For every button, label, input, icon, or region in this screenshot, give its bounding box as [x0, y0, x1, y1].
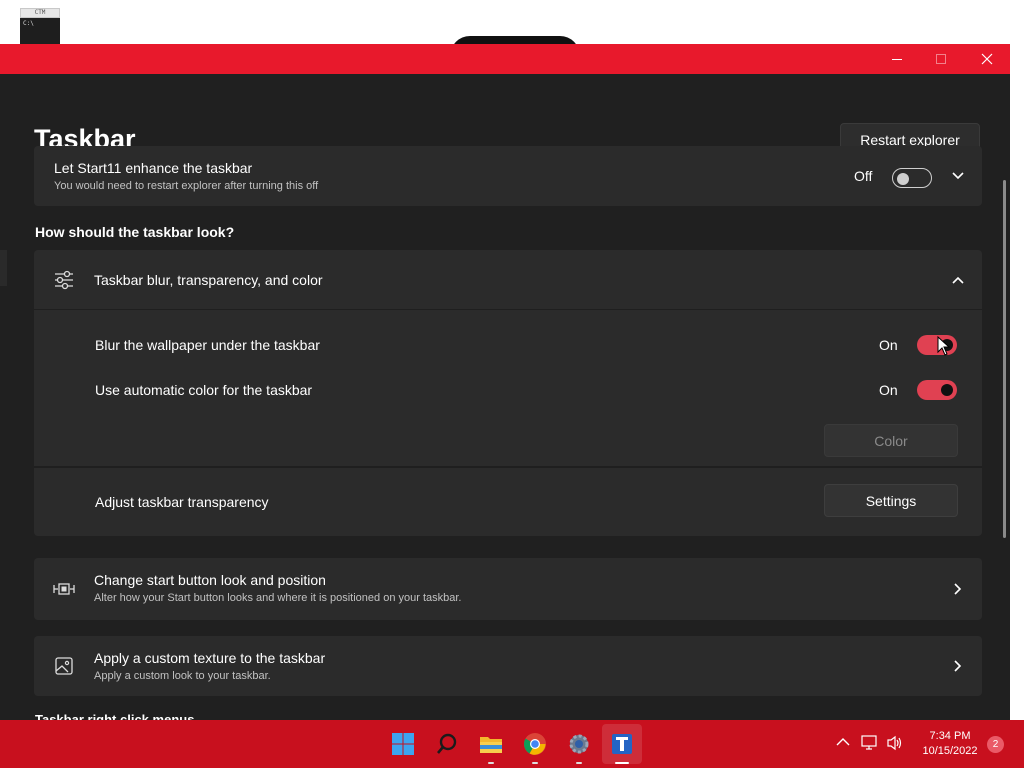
- texture-card-title: Apply a custom texture to the taskbar: [94, 650, 326, 666]
- clock-date: 10/15/2022: [922, 745, 978, 757]
- start-button-card-title: Change start button look and position: [94, 572, 326, 588]
- running-indicator: [488, 762, 494, 764]
- settings-content: Taskbar Restart explorer Let Start11 enh…: [0, 74, 1010, 720]
- texture-card-subtitle: Apply a custom look to your taskbar.: [94, 670, 271, 682]
- enhance-title: Let Start11 enhance the taskbar: [54, 160, 253, 176]
- start-button-card-subtitle: Alter how your Start button looks and wh…: [94, 592, 462, 604]
- custom-texture-card[interactable]: Apply a custom texture to the taskbar Ap…: [34, 636, 982, 696]
- chevron-up-tray-icon[interactable]: [836, 736, 850, 750]
- running-indicator: [532, 762, 538, 764]
- minimize-icon: [892, 58, 902, 60]
- clock-time: 7:34 PM: [929, 730, 971, 742]
- close-button[interactable]: [964, 44, 1010, 74]
- mouse-cursor-icon: [937, 336, 951, 356]
- start-button-position-icon: [52, 577, 76, 601]
- auto-color-toggle[interactable]: [917, 380, 957, 400]
- chevron-up-icon[interactable]: [948, 270, 968, 290]
- nav-edge-marker: [0, 250, 7, 286]
- shortcut-label: CTM: [20, 8, 60, 18]
- toggle-knob: [941, 384, 953, 396]
- network-icon[interactable]: [861, 735, 879, 754]
- enhance-state-label: Off: [854, 168, 873, 184]
- search-icon[interactable]: [433, 730, 461, 758]
- settings-icon[interactable]: [565, 730, 593, 764]
- close-icon: [981, 53, 993, 65]
- volume-icon[interactable]: [886, 735, 904, 754]
- shortcut-prompt: C:\: [20, 18, 60, 44]
- start-icon[interactable]: [389, 730, 417, 758]
- enhance-taskbar-card[interactable]: Let Start11 enhance the taskbar You woul…: [34, 146, 982, 206]
- running-indicator: [615, 762, 629, 764]
- blur-wallpaper-state: On: [879, 337, 898, 353]
- running-indicator: [576, 762, 582, 764]
- card-divider: [34, 309, 982, 310]
- start11-window: Taskbar Restart explorer Let Start11 enh…: [0, 44, 1010, 720]
- blur-color-card: Taskbar blur, transparency, and color Bl…: [34, 250, 982, 536]
- transparency-settings-button[interactable]: Settings: [824, 484, 958, 517]
- chevron-right-icon: [948, 579, 968, 599]
- chevron-down-icon[interactable]: [948, 166, 968, 186]
- chevron-right-icon: [948, 656, 968, 676]
- sliders-icon: [52, 268, 76, 292]
- image-icon: [52, 654, 76, 678]
- enhance-subtitle: You would need to restart explorer after…: [54, 180, 319, 192]
- card-divider: [34, 466, 982, 468]
- title-bar[interactable]: [0, 44, 1010, 74]
- file-explorer-icon[interactable]: [477, 730, 505, 764]
- windows-taskbar: 7:34 PM 10/15/2022: [0, 720, 1024, 768]
- notification-badge[interactable]: 2: [987, 736, 1004, 753]
- auto-color-label: Use automatic color for the taskbar: [95, 382, 313, 398]
- section-heading-look: How should the taskbar look?: [35, 224, 235, 240]
- toggle-knob: [897, 173, 909, 185]
- maximize-icon: [936, 54, 946, 64]
- maximize-button[interactable]: [918, 44, 964, 74]
- auto-color-state: On: [879, 382, 898, 398]
- enhance-toggle[interactable]: [892, 168, 932, 188]
- color-button[interactable]: Color: [824, 424, 958, 457]
- start-button-card[interactable]: Change start button look and position Al…: [34, 558, 982, 620]
- blur-card-title: Taskbar blur, transparency, and color: [94, 272, 323, 288]
- minimize-button[interactable]: [874, 44, 920, 74]
- transparency-label: Adjust taskbar transparency: [95, 494, 269, 510]
- section-heading-right-click: Taskbar right click menus: [35, 712, 195, 720]
- system-clock[interactable]: 7:34 PM 10/15/2022: [914, 729, 986, 759]
- vertical-scrollbar[interactable]: [1003, 180, 1006, 538]
- chrome-icon[interactable]: [521, 730, 549, 764]
- blur-wallpaper-label: Blur the wallpaper under the taskbar: [95, 337, 320, 353]
- start11-icon[interactable]: [608, 730, 636, 764]
- cmd-desktop-shortcut[interactable]: CTM C:\: [20, 8, 60, 46]
